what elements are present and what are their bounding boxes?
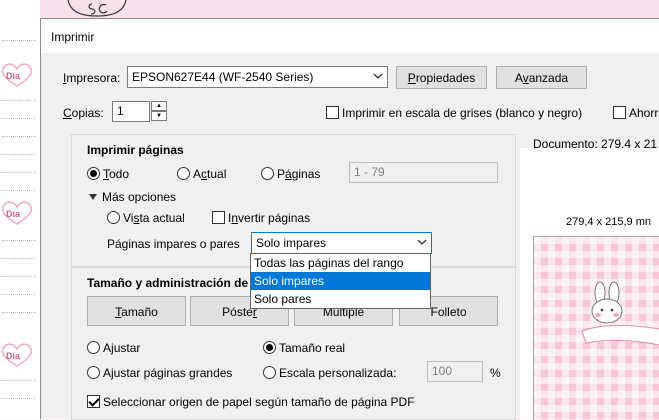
shrink-large-radio[interactable] bbox=[87, 366, 100, 379]
percent-label: % bbox=[490, 366, 501, 380]
dropdown-option-all[interactable]: Todas las páginas del rango bbox=[251, 254, 430, 272]
dotted-line bbox=[2, 380, 36, 381]
page-range-input[interactable]: 1 - 79 bbox=[349, 162, 498, 183]
page-range-radio[interactable] bbox=[261, 167, 274, 180]
all-pages-label: Todo bbox=[103, 167, 130, 181]
stepper-up-icon[interactable]: ▲ bbox=[151, 101, 167, 111]
dotted-line bbox=[2, 398, 36, 399]
page-size-label: 279,4 x 215,9 mn bbox=[566, 216, 652, 228]
odd-even-dropdown-list: Todas las páginas del rango Solo impares… bbox=[250, 253, 431, 309]
dotted-line bbox=[2, 40, 36, 41]
shrink-large-label: Ajustar páginas grandes bbox=[103, 366, 233, 380]
bunny-illustration-icon bbox=[581, 281, 659, 345]
actual-size-label: Tamaño real bbox=[279, 341, 346, 355]
current-view-radio[interactable] bbox=[107, 211, 120, 224]
background-planner: Día Día Día bbox=[0, 0, 40, 419]
printer-label: Impresora: bbox=[63, 71, 121, 85]
save-ink-label: Ahorra bbox=[629, 106, 659, 120]
reverse-pages-checkbox[interactable] bbox=[212, 211, 225, 224]
chevron-down-icon bbox=[417, 239, 427, 245]
stepper-down-icon[interactable]: ▼ bbox=[151, 111, 167, 121]
triangle-down-icon[interactable] bbox=[89, 193, 97, 201]
dotted-line bbox=[2, 190, 36, 191]
grayscale-checkbox[interactable] bbox=[326, 106, 339, 119]
actual-size-radio[interactable] bbox=[263, 341, 276, 354]
save-ink-checkbox[interactable] bbox=[613, 106, 626, 119]
advanced-button[interactable]: Avanzada bbox=[496, 66, 587, 89]
copies-label: Copias: bbox=[63, 106, 104, 120]
reverse-pages-label: Invertir páginas bbox=[228, 211, 311, 225]
dotted-line bbox=[2, 312, 36, 313]
printer-select[interactable]: EPSON627E44 (WF-2540 Series) bbox=[127, 66, 388, 88]
more-options-label[interactable]: Más opciones bbox=[102, 190, 176, 204]
paper-source-label: Seleccionar origen de papel según tamaño… bbox=[103, 395, 415, 409]
dropdown-option-odd[interactable]: Solo impares bbox=[251, 272, 430, 290]
copies-input[interactable]: 1 bbox=[112, 101, 150, 122]
size-handling-heading: Tamaño y administración de p bbox=[87, 276, 259, 290]
dotted-line bbox=[2, 136, 36, 137]
paper-source-checkbox[interactable] bbox=[87, 395, 100, 408]
dotted-line bbox=[2, 172, 36, 173]
dotted-line bbox=[2, 258, 36, 259]
print-pages-heading: Imprimir páginas bbox=[87, 143, 184, 157]
dotted-line bbox=[2, 100, 36, 101]
grayscale-label: Imprimir en escala de grises (blanco y n… bbox=[342, 106, 583, 120]
dotted-line bbox=[2, 276, 36, 277]
dialog-title: Imprimir bbox=[51, 30, 95, 44]
current-view-label: Vista actual bbox=[123, 211, 185, 225]
dotted-line bbox=[2, 118, 36, 119]
heart-day-badge: Día bbox=[0, 342, 34, 368]
fit-radio[interactable] bbox=[87, 341, 100, 354]
preview-page bbox=[533, 236, 659, 420]
printer-value: EPSON627E44 (WF-2540 Series) bbox=[132, 70, 314, 84]
custom-scale-radio[interactable] bbox=[263, 366, 276, 379]
custom-scale-input[interactable]: 100 bbox=[427, 361, 483, 382]
dotted-line bbox=[2, 240, 36, 241]
decorative-logo-icon bbox=[67, 0, 127, 17]
heart-day-badge: Día bbox=[0, 62, 34, 88]
all-pages-radio[interactable] bbox=[87, 167, 100, 180]
odd-even-select[interactable]: Solo impares bbox=[251, 232, 432, 254]
odd-even-value: Solo impares bbox=[256, 236, 327, 250]
page-range-label: Páginas bbox=[277, 167, 321, 181]
current-page-radio[interactable] bbox=[177, 167, 190, 180]
background-header-strip bbox=[40, 0, 659, 18]
chevron-down-icon bbox=[373, 73, 383, 79]
custom-scale-label: Escala personalizada: bbox=[279, 366, 397, 380]
heart-day-badge: Día bbox=[0, 200, 34, 226]
dotted-line bbox=[2, 154, 36, 155]
tab-size[interactable]: Tamaño bbox=[87, 296, 186, 326]
current-page-label: Actual bbox=[193, 167, 227, 181]
fit-label: Ajustar bbox=[103, 341, 141, 355]
copies-stepper[interactable]: ▲ ▼ bbox=[151, 101, 167, 122]
dotted-line bbox=[2, 294, 36, 295]
odd-even-label: Páginas impares o pares bbox=[107, 237, 240, 251]
dialog-titlebar[interactable]: Imprimir bbox=[41, 19, 659, 53]
dropdown-option-even[interactable]: Solo pares bbox=[251, 290, 430, 308]
properties-button[interactable]: Propiedades bbox=[396, 66, 487, 89]
